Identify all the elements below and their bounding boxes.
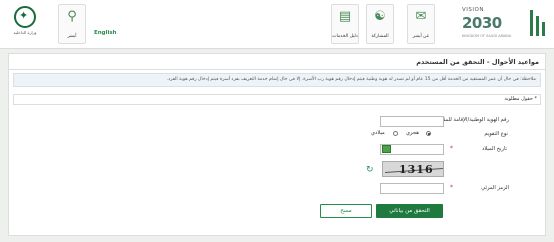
- divider: [9, 69, 545, 70]
- chat-icon: ✉: [415, 9, 427, 24]
- hijri-label: هجري: [406, 130, 420, 136]
- absher-bar: [542, 22, 545, 36]
- ministry-logo[interactable]: ✦ وزارة الداخلية: [10, 6, 40, 40]
- required-star: *: [450, 184, 453, 191]
- calendar-type-label: نوع التقويم: [484, 131, 508, 137]
- book-icon: ▤: [338, 9, 352, 24]
- hijri-radio[interactable]: [426, 131, 431, 136]
- participation-tile[interactable]: ☯ المشاركة: [366, 4, 394, 44]
- about-tile[interactable]: ✉ عن أبشر: [407, 4, 435, 44]
- verify-button[interactable]: التحقق من بياناتي: [376, 204, 443, 218]
- verification-panel: مواعيد الأحوال - التحقق من المستخدم ملاح…: [8, 53, 546, 236]
- services-label: دليل الخدمات: [332, 34, 358, 39]
- captcha-text: 1316: [399, 163, 434, 176]
- gregorian-radio[interactable]: [393, 131, 398, 136]
- home-label: أبشر: [67, 34, 77, 39]
- id-number-input[interactable]: [380, 116, 444, 127]
- home-tile[interactable]: ⚲ أبشر: [58, 4, 86, 44]
- captcha-code-input[interactable]: [380, 183, 444, 194]
- vision-2030-logo: VISION 2030 KINGDOM OF SAUDI ARABIA: [462, 7, 524, 41]
- captcha-image: 1316: [382, 161, 444, 177]
- birthdate-label: تاريخ الميلاد: [482, 146, 507, 152]
- absher-logo: [528, 6, 550, 40]
- notice-box: ملاحظة: في حال أن عمر المستفيد من الخدمة…: [13, 73, 541, 87]
- ministry-logo-text: وزارة الداخلية: [13, 30, 37, 35]
- search-icon: ⚲: [67, 9, 77, 24]
- clear-button[interactable]: مسح: [320, 204, 372, 218]
- vision-year-text: 2030: [462, 14, 502, 32]
- participation-label: المشاركة: [371, 34, 389, 39]
- about-label: عن أبشر: [412, 34, 430, 39]
- absher-bar: [530, 10, 533, 36]
- palm-icon: ✦: [19, 9, 29, 22]
- captcha-code-label: الرمز المرئي: [481, 185, 509, 191]
- calendar-icon[interactable]: [382, 145, 391, 153]
- absher-bar: [536, 16, 539, 36]
- panel-title: مواعيد الأحوال - التحقق من المستخدم: [416, 58, 539, 66]
- refresh-icon[interactable]: ↻: [366, 165, 374, 175]
- vision-sub-text: KINGDOM OF SAUDI ARABIA: [462, 34, 512, 38]
- gregorian-label: ميلادي: [371, 130, 385, 136]
- services-guide-tile[interactable]: ▤ دليل الخدمات: [331, 4, 359, 44]
- people-icon: ☯: [374, 9, 386, 24]
- top-header: ✦ وزارة الداخلية ⚲ أبشر English ▤ دليل ا…: [0, 0, 554, 49]
- english-link[interactable]: English: [94, 30, 117, 36]
- required-star: *: [450, 145, 453, 152]
- required-fields-note: * حقول مطلوبة: [13, 94, 541, 105]
- vision-top-text: VISION: [462, 7, 484, 13]
